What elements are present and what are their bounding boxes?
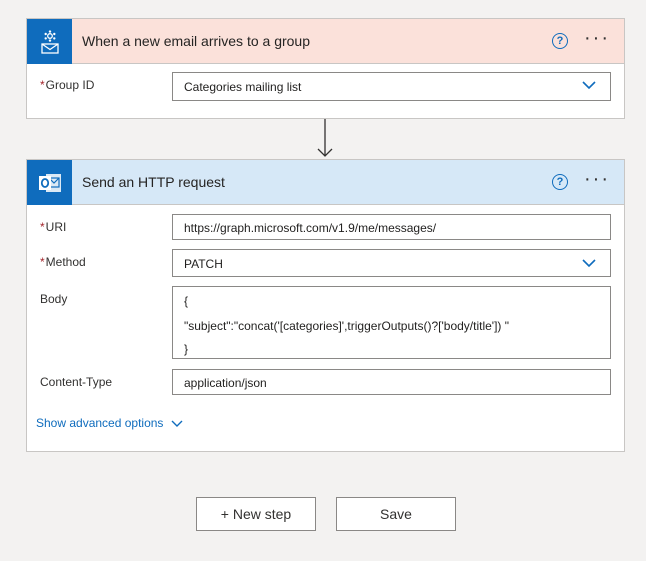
content-type-input[interactable]: application/json [172,369,611,395]
group-id-label: *Group ID [40,78,95,92]
uri-input[interactable]: https://graph.microsoft.com/v1.9/me/mess… [172,214,611,240]
required-marker: * [40,220,45,234]
show-advanced-options-link[interactable]: Show advanced options [36,416,183,430]
body-textarea[interactable]: { "subject":"concat('[categories]',trigg… [172,286,611,359]
save-button[interactable]: Save [336,497,456,531]
help-icon[interactable]: ? [552,174,568,190]
chevron-down-icon [582,259,596,268]
groups-mail-icon [27,19,72,64]
action-card-header[interactable]: Send an HTTP request ? ··· [27,160,624,205]
body-line: { [184,294,189,308]
chevron-down-icon [582,81,596,90]
content-type-value: application/json [184,376,267,390]
body-label: Body [40,292,68,306]
trigger-title: When a new email arrives to a group [82,33,310,49]
outlook-icon [27,160,72,205]
group-id-value: Categories mailing list [184,80,302,94]
trigger-card-header[interactable]: When a new email arrives to a group ? ··… [27,19,624,64]
help-icon[interactable]: ? [552,33,568,49]
method-value: PATCH [184,257,223,271]
more-options-icon[interactable]: ··· [584,168,610,191]
method-dropdown[interactable]: PATCH [172,249,611,277]
body-line: "subject":"concat('[categories]',trigger… [184,319,510,333]
body-line: } [184,342,189,356]
action-title: Send an HTTP request [82,174,225,190]
connector-arrow [317,119,333,157]
required-marker: * [40,255,45,269]
new-step-button[interactable]: + New step [196,497,316,531]
uri-label: *URI [40,220,67,234]
uri-value: https://graph.microsoft.com/v1.9/me/mess… [184,221,437,235]
group-id-dropdown[interactable]: Categories mailing list [172,72,611,101]
action-card: Send an HTTP request ? ··· *URI https://… [26,159,625,452]
chevron-down-icon [171,420,183,427]
content-type-label: Content-Type [40,375,113,389]
required-marker: * [40,78,45,92]
trigger-card: When a new email arrives to a group ? ··… [26,18,625,119]
method-label: *Method [40,255,86,269]
more-options-icon[interactable]: ··· [584,27,610,50]
